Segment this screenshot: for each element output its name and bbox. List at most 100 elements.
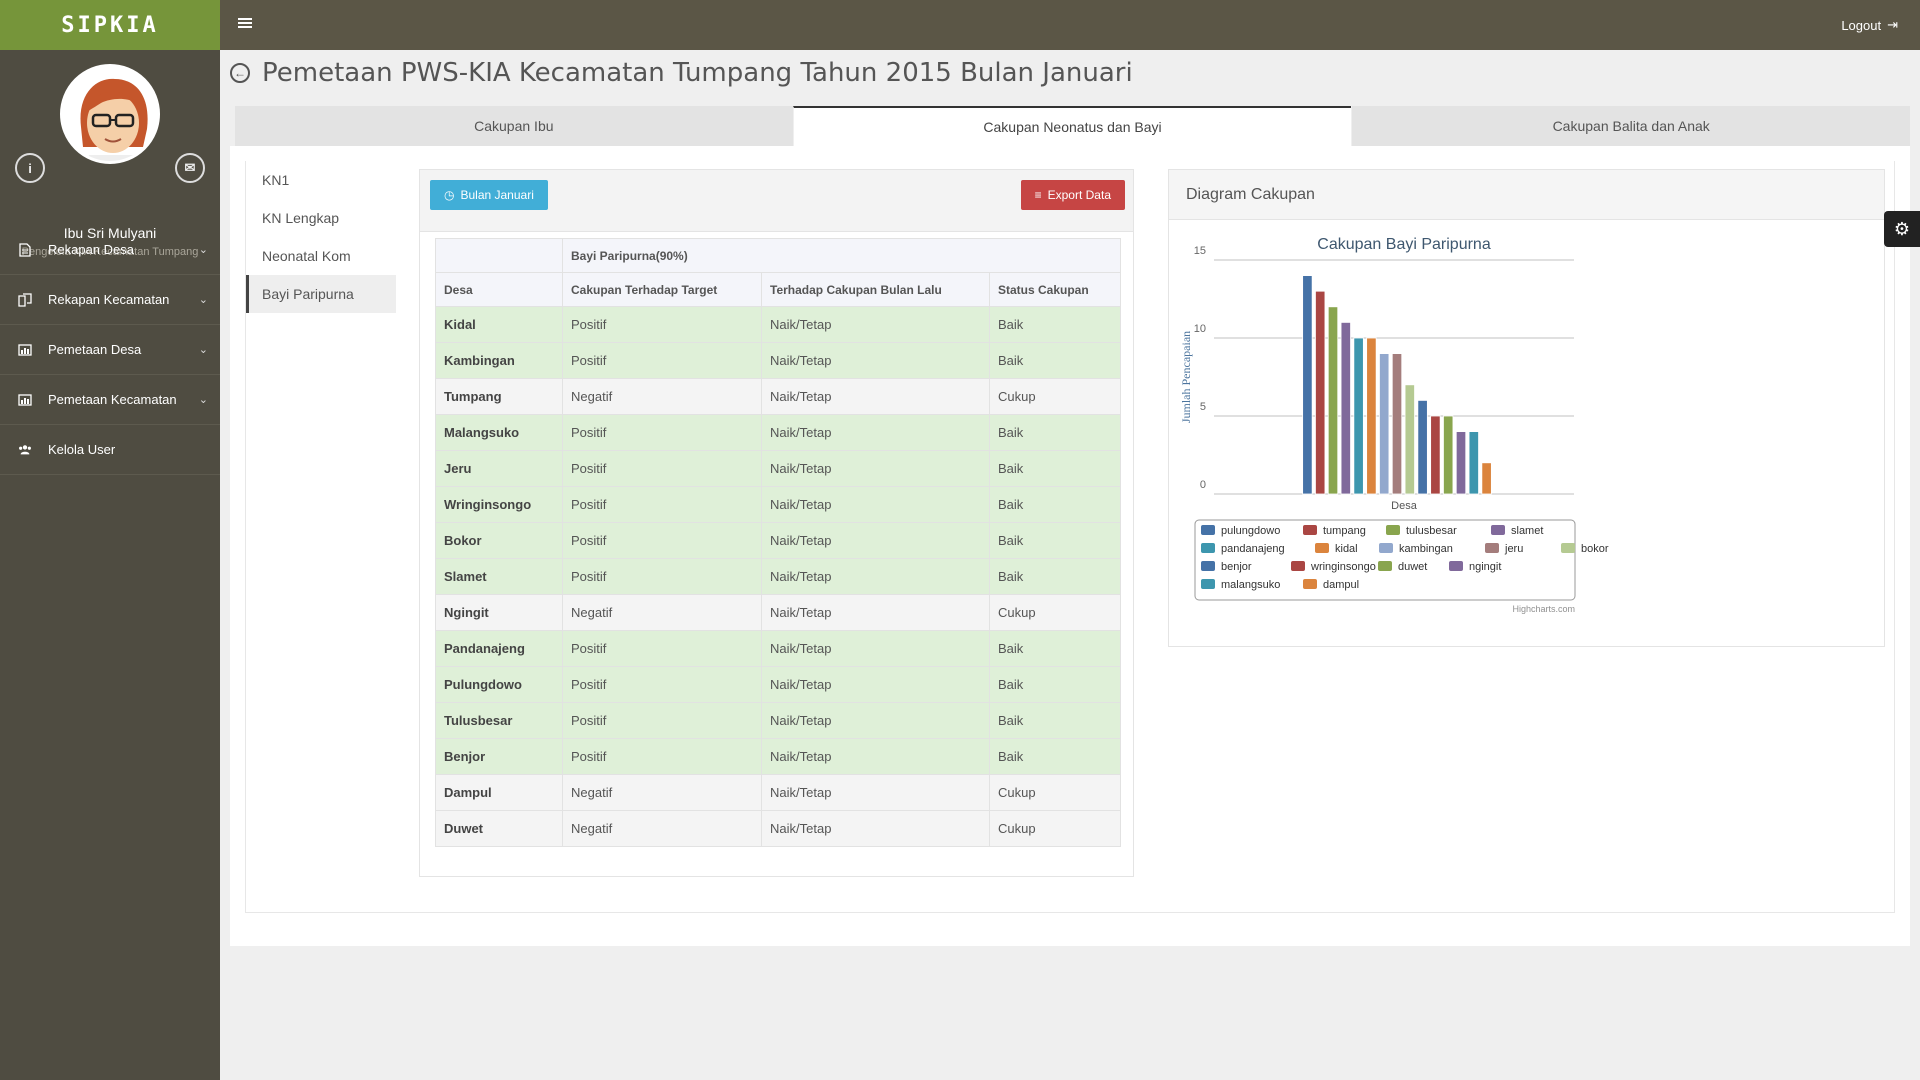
subnav-kn1[interactable]: KN1 (246, 161, 396, 199)
cell-target: Positif (562, 558, 762, 595)
legend-swatch (1378, 561, 1392, 571)
table-body: Kidal Positif Naik/Tetap Baik Kambingan Posit… (435, 306, 1121, 847)
info-icon[interactable]: i (15, 153, 45, 183)
cell-target: Positif (562, 342, 762, 379)
mail-icon[interactable]: ✉ (175, 153, 205, 183)
menu-toggle-icon[interactable] (238, 18, 252, 29)
sidebar-item-rekapan-kecamatan[interactable]: Rekapan Kecamatan ⌄ (0, 275, 220, 325)
chart-panel-title: Diagram Cakupan (1169, 170, 1884, 220)
legend-label: pandanajeng (1221, 543, 1285, 555)
cell-status: Baik (989, 342, 1121, 379)
cell-bulan-lalu: Naik/Tetap (761, 486, 990, 523)
table-panel: ◷ Bulan Januari ≡ Export Data Bayi Parip… (419, 169, 1134, 877)
cell-desa: Kambingan (435, 342, 563, 379)
cell-status: Baik (989, 702, 1121, 739)
legend-swatch (1201, 561, 1215, 571)
logout-label: Logout (1841, 17, 1882, 33)
column-header-target: Cakupan Terhadap Target (562, 272, 762, 307)
table-row: Malangsuko Positif Naik/Tetap Baik (435, 414, 1121, 451)
column-header-status: Status Cakupan (989, 272, 1121, 307)
legend-label: dampul (1323, 579, 1359, 591)
legend-swatch (1379, 543, 1393, 553)
legend-swatch (1315, 543, 1329, 553)
cell-target: Negatif (562, 594, 762, 631)
table-row: Benjor Positif Naik/Tetap Baik (435, 738, 1121, 775)
legend-swatch (1491, 525, 1505, 535)
cell-desa: Dampul (435, 774, 563, 811)
chart-credits: Highcharts.com (1512, 604, 1575, 614)
subnav-neonatal-kom[interactable]: Neonatal Kom (246, 237, 396, 275)
gear-icon[interactable]: ⚙ (1884, 211, 1920, 247)
table-row: Jeru Positif Naik/Tetap Baik (435, 450, 1121, 487)
sub-navigation: KN1 KN Lengkap Neonatal Kom Bayi Paripur… (246, 161, 396, 313)
tab-cakupan-balita-anak[interactable]: Cakupan Balita dan Anak (1351, 106, 1911, 146)
sidebar-item-rekapan-desa[interactable]: Rekapan Desa ⌄ (0, 225, 220, 275)
cell-bulan-lalu: Naik/Tetap (761, 558, 990, 595)
chart-panel: Diagram Cakupan Cakupan Bayi Paripurna 0 5… (1168, 169, 1885, 647)
data-table: Bayi Paripurna(90%) Desa Cakupan Terhada… (435, 238, 1121, 847)
topbar: Logout ⇥ (220, 0, 1920, 50)
chart-icon (18, 343, 32, 357)
legend-label: tulusbesar (1406, 525, 1457, 537)
table-row: Bokor Positif Naik/Tetap Baik (435, 522, 1121, 559)
cell-target: Positif (562, 702, 762, 739)
sidebar-item-label: Rekapan Kecamatan (48, 292, 170, 307)
bar-dampul (1481, 462, 1492, 495)
cell-status: Baik (989, 414, 1121, 451)
cell-bulan-lalu: Naik/Tetap (761, 666, 990, 703)
month-button-label: Bulan Januari (460, 188, 534, 202)
bar-jeru (1391, 353, 1403, 495)
export-button[interactable]: ≡ Export Data (1020, 180, 1125, 210)
cell-status: Baik (989, 666, 1121, 703)
logout-button[interactable]: Logout ⇥ (1841, 17, 1898, 33)
legend-label: ngingit (1469, 561, 1501, 573)
brand-logo[interactable]: SIPKIA (0, 0, 220, 50)
sidebar: SIPKIA i ✉ Ibu Sri Mulyani Pengelola KIA… (0, 0, 220, 1080)
legend-label: kidal (1335, 543, 1358, 555)
bar-pulungdowo (1302, 275, 1313, 495)
list-icon: ≡ (1034, 188, 1042, 202)
cell-target: Negatif (562, 774, 762, 811)
cell-bulan-lalu: Naik/Tetap (761, 450, 990, 487)
cell-desa: Slamet (435, 558, 563, 595)
legend-label: pulungdowo (1221, 525, 1280, 537)
profile-panel: i ✉ Ibu Sri Mulyani Pengelola KIA Kecama… (0, 50, 220, 258)
cell-desa: Wringinsongo (435, 486, 563, 523)
cell-target: Negatif (562, 810, 762, 847)
legend-swatch (1201, 525, 1215, 535)
bar-kidal (1366, 337, 1377, 495)
legend-label: wringinsongo (1310, 561, 1376, 573)
bar-chart: Cakupan Bayi Paripurna 0 5 10 15 Jumlah Penca… (1179, 236, 1609, 614)
cell-desa: Kidal (435, 306, 563, 343)
tab-cakupan-neonatus-bayi[interactable]: Cakupan Neonatus dan Bayi (792, 106, 1352, 146)
month-button[interactable]: ◷ Bulan Januari (430, 180, 548, 210)
sidebar-item-label: Kelola User (48, 442, 116, 457)
table-toolbar: ◷ Bulan Januari ≡ Export Data (420, 170, 1133, 232)
sidebar-item-pemetaan-kecamatan[interactable]: Pemetaan Kecamatan ⌄ (0, 375, 220, 425)
bar-tulusbesar (1327, 306, 1339, 495)
cell-target: Positif (562, 630, 762, 667)
legend-label: malangsuko (1221, 579, 1280, 591)
subnav-kn-lengkap[interactable]: KN Lengkap (246, 199, 396, 237)
cell-target: Positif (562, 522, 762, 559)
group-header: Bayi Paripurna(90%) (562, 238, 1121, 273)
back-arrow-icon[interactable]: ← (230, 63, 250, 83)
sidebar-item-kelola-user[interactable]: Kelola User (0, 425, 220, 475)
subnav-bayi-paripurna[interactable]: Bayi Paripurna (246, 275, 396, 313)
chevron-down-icon: ⌄ (198, 394, 208, 406)
bar-bokor (1404, 384, 1415, 495)
bar-pandanajeng (1353, 337, 1364, 495)
header-corner (435, 238, 563, 273)
bar-ngingit (1455, 431, 1467, 495)
y-tick-label: 0 (1200, 479, 1206, 491)
legend-swatch (1485, 543, 1499, 553)
table-row: Dampul Negatif Naik/Tetap Cukup (435, 774, 1121, 811)
legend-swatch (1303, 525, 1317, 535)
users-icon (18, 443, 32, 457)
bar-duwet (1443, 415, 1454, 495)
table-row: Tulusbesar Positif Naik/Tetap Baik (435, 702, 1121, 739)
sidebar-item-pemetaan-desa[interactable]: Pemetaan Desa ⌄ (0, 325, 220, 375)
cell-desa: Ngingit (435, 594, 563, 631)
legend-label: bokor (1581, 543, 1609, 555)
tab-cakupan-ibu[interactable]: Cakupan Ibu (234, 106, 793, 146)
